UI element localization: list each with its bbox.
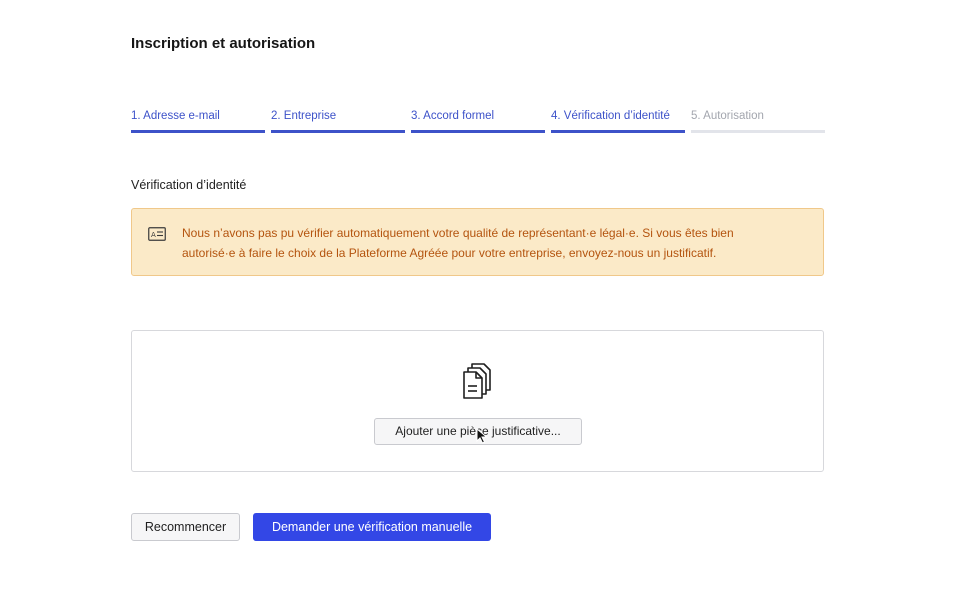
step-company[interactable]: 2. Entreprise [271,110,405,133]
svg-text:A: A [151,231,156,239]
progress-stepper: 1. Adresse e-mail 2. Entreprise 3. Accor… [131,110,825,133]
documents-icon [463,363,491,399]
mouse-cursor-icon [476,428,488,444]
registration-page: Inscription et autorisation 1. Adresse e… [0,0,955,601]
step-email[interactable]: 1. Adresse e-mail [131,110,265,133]
warning-alert: A Nous n’avons pas pu vérifier automatiq… [131,208,824,276]
step-authorization: 5. Autorisation [691,110,825,133]
step-formal-agreement[interactable]: 3. Accord formel [411,110,545,133]
restart-button[interactable]: Recommencer [131,513,240,541]
step-identity-verification[interactable]: 4. Vérification d’identité [551,110,685,133]
section-title: Vérification d’identité [131,178,247,192]
page-title: Inscription et autorisation [131,35,316,52]
id-card-icon: A [148,227,166,241]
request-manual-verification-button[interactable]: Demander une vérification manuelle [253,513,491,541]
upload-dropzone[interactable]: Ajouter une pièce justificative... [131,330,824,472]
alert-message-line-1: Nous n’avons pas pu vérifier automatique… [182,226,734,240]
alert-message-line-2: autorisé·e à faire le choix de la Platef… [182,246,717,260]
